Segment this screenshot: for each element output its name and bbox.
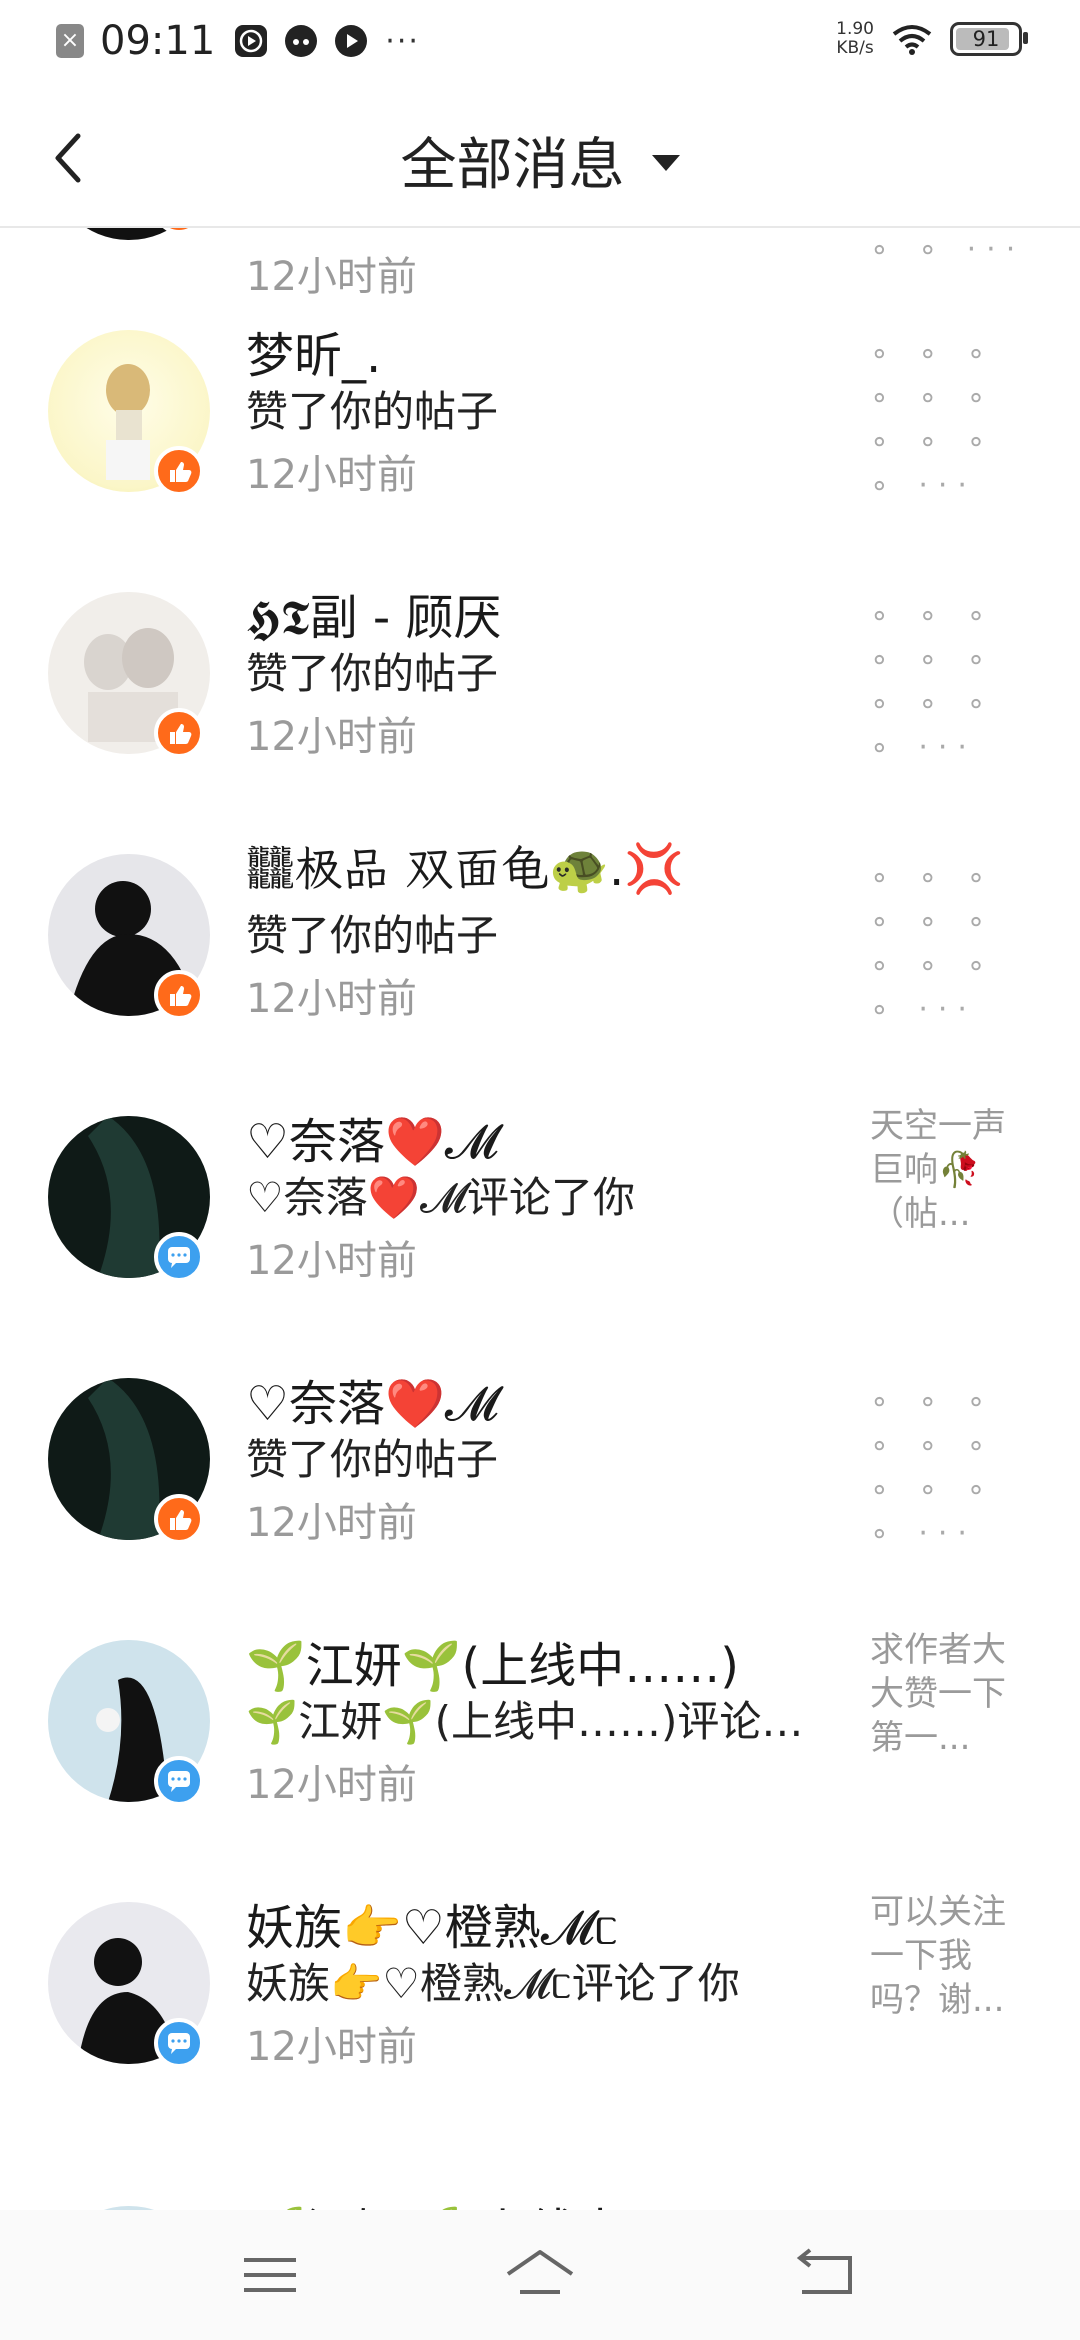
status-time: 09:11 (100, 18, 216, 64)
message-time: 12小时前 (246, 1500, 417, 1546)
sender-name: ♡奈落❤️𝓜 (246, 1376, 499, 1432)
message-time: 12小时前 (246, 714, 417, 760)
message-time: 12小时前 (246, 2024, 417, 2070)
message-preview: ∘ ∘ ∘ ∘ ∘ ∘ ∘ ∘ ∘ ∘ ··· (870, 860, 996, 1027)
sender-name: 🌱江妍🌱(上线中……) (246, 2192, 739, 2210)
triangle-down-icon[interactable] (651, 154, 680, 171)
list-item[interactable]: ♡奈落❤️𝓜 赞了你的帖子 12小时前 ∘ ∘ ∘ ∘ ∘ ∘ ∘ ∘ ∘ ∘ … (0, 1328, 1080, 1590)
list-item[interactable]: 12小时前 ∘ ∘ ··· (0, 228, 1080, 300)
message-preview: 天空一声巨响🥀（帖... (870, 1106, 1006, 1234)
list-item[interactable]: 𪚥极品 双面龟🐢.💢 赞了你的帖子 12小时前 ∘ ∘ ∘ ∘ ∘ ∘ ∘ ∘ … (0, 804, 1080, 1066)
list-item[interactable]: 妖族👉♡橙熟𝓜ᥴ 妖族👉♡橙熟𝓜ᥴ评论了你 12小时前 可以关注一下我吗？谢..… (0, 1852, 1080, 2114)
message-action: 赞了你的帖子 (246, 1435, 499, 1484)
like-badge-icon (154, 708, 204, 758)
play-icon (235, 25, 268, 57)
like-badge-icon (154, 970, 204, 1020)
list-item[interactable]: 🌱江妍🌱(上线中……) 🌱江妍🌱(上线中……)评论… 12小时前 求作者大大赞一… (0, 1590, 1080, 1852)
list-item[interactable]: 𝕳𝕿副 - 顾厌 赞了你的帖子 12小时前 ∘ ∘ ∘ ∘ ∘ ∘ ∘ ∘ ∘ … (0, 542, 1080, 804)
comment-badge-icon (154, 2018, 204, 2068)
sender-name: 𪚥极品 双面龟🐢.💢 (246, 841, 685, 897)
message-time: 12小时前 (246, 1762, 417, 1808)
message-action: 赞了你的帖子 (246, 911, 499, 960)
message-preview: ∘ ∘ ∘ ∘ ∘ ∘ ∘ ∘ ∘ ∘ ··· (870, 336, 996, 503)
battery-level: 91 (972, 27, 1000, 51)
battery-icon: 91 (950, 22, 1028, 56)
message-action: 赞了你的帖子 (246, 387, 499, 436)
wifi-icon (892, 25, 932, 55)
sender-name: 妖族👉♡橙熟𝓜ᥴ (246, 1900, 619, 1956)
network-speed: 1.90 KB/s (836, 20, 874, 58)
title-bar: 全部消息 (0, 84, 1080, 228)
status-bar: × 09:11 ··· 1.90 KB/s 91 (0, 0, 1080, 84)
speed-value: 1.90 (836, 19, 874, 39)
message-action: 🌱江妍🌱(上线中……)评论… (246, 1697, 804, 1746)
speed-unit: KB/s (836, 38, 874, 58)
message-time: 12小时前 (246, 976, 417, 1022)
like-badge-icon (154, 1494, 204, 1544)
message-list[interactable]: 12小时前 ∘ ∘ ··· 梦昕_. 赞了你的帖子 12小时前 ∘ ∘ ∘ ∘ … (0, 228, 1080, 2210)
comment-badge-icon (154, 1232, 204, 1282)
message-time: 12小时前 (246, 1238, 417, 1284)
cat-icon (285, 25, 318, 57)
like-badge-icon (154, 446, 204, 496)
comment-badge-icon (154, 1756, 204, 1806)
sender-name: ♡奈落❤️𝓜 (246, 1114, 499, 1170)
message-action: ♡奈落❤️𝓜评论了你 (246, 1173, 635, 1222)
close-icon: × (56, 24, 84, 58)
message-time: 12小时前 (246, 452, 417, 498)
list-item[interactable]: 🌱江妍🌱(上线中……) (0, 2114, 1080, 2210)
message-preview: ∘ ∘ ∘ ∘ ∘ ∘ ∘ ∘ ∘ ∘ ··· (870, 1384, 996, 1551)
pause-icon (335, 25, 368, 57)
sender-name: 𝕳𝕿副 - 顾厌 (246, 590, 502, 646)
sender-name: 🌱江妍🌱(上线中……) (246, 1638, 739, 1694)
sender-name: 梦昕_. (246, 328, 382, 384)
page-title[interactable]: 全部消息 (400, 120, 624, 201)
overflow-indicator: ··· (385, 23, 420, 59)
back-icon[interactable] (786, 2240, 866, 2310)
message-action: 妖族👉♡橙熟𝓜ᥴ评论了你 (246, 1959, 740, 2008)
list-item[interactable]: 梦昕_. 赞了你的帖子 12小时前 ∘ ∘ ∘ ∘ ∘ ∘ ∘ ∘ ∘ ∘ ··… (0, 280, 1080, 542)
navigation-bar (0, 2210, 1080, 2340)
message-preview: ∘ ∘ ··· (870, 232, 1026, 267)
list-item[interactable]: ♡奈落❤️𝓜 ♡奈落❤️𝓜评论了你 12小时前 天空一声巨响🥀（帖... (0, 1066, 1080, 1328)
title-dropdown[interactable]: 全部消息 (0, 120, 1080, 201)
message-preview: 可以关注一下我吗？谢... (870, 1892, 1006, 2020)
message-action: 赞了你的帖子 (246, 649, 499, 698)
home-icon[interactable] (500, 2240, 580, 2310)
menu-icon[interactable] (232, 2240, 312, 2310)
message-preview: ∘ ∘ ∘ ∘ ∘ ∘ ∘ ∘ ∘ ∘ ··· (870, 598, 996, 765)
message-preview: 求作者大大赞一下第一... (870, 1630, 1006, 1758)
